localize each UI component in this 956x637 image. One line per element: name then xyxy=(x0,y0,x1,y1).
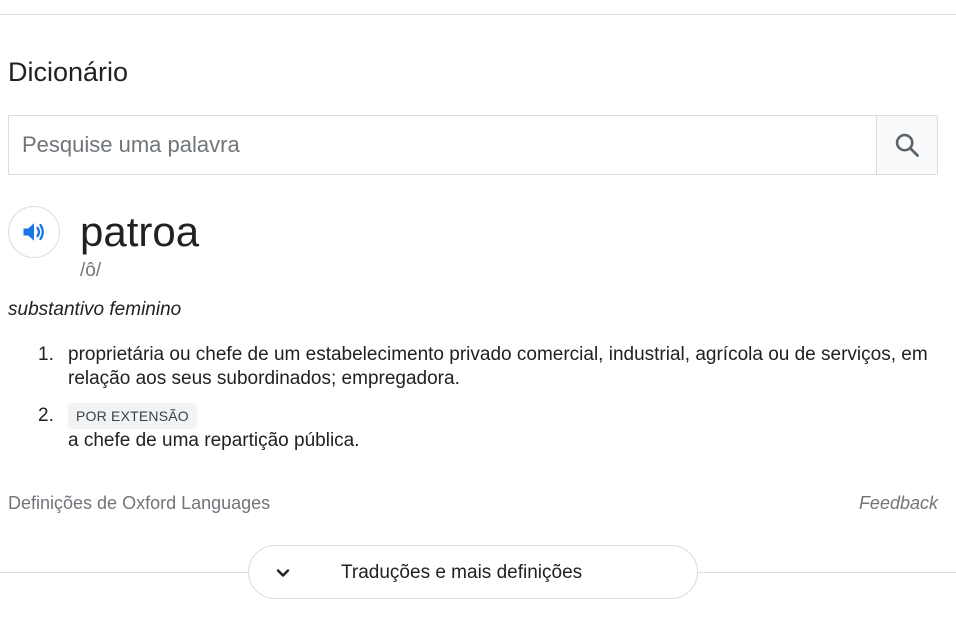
dictionary-title: Dicionário xyxy=(8,57,129,87)
definition-item: 1. proprietária ou chefe de um estabelec… xyxy=(38,343,938,393)
more-definitions-label: Traduções e mais definições xyxy=(341,562,583,583)
top-divider xyxy=(0,14,956,15)
search-icon xyxy=(895,133,919,157)
definition-text: proprietária ou chefe de um estabelecime… xyxy=(68,344,928,389)
part-of-speech: substantivo feminino xyxy=(8,299,182,320)
definition-item: 2. POR EXTENSÃO a chefe de uma repartiçã… xyxy=(38,403,938,453)
definition-body: POR EXTENSÃO a chefe de uma repartição p… xyxy=(68,403,938,453)
definition-number: 1. xyxy=(38,344,54,365)
more-definitions-button[interactable]: Traduções e mais definições xyxy=(248,545,698,599)
pronunciation-button[interactable] xyxy=(8,206,60,258)
source-attribution: Definições de Oxford Languages xyxy=(8,493,271,513)
speaker-icon xyxy=(23,223,44,241)
headword: patroa xyxy=(80,208,200,255)
phonetic: /ô/ xyxy=(80,260,102,281)
definition-number: 2. xyxy=(38,405,54,426)
search-button[interactable] xyxy=(876,116,937,174)
usage-label-badge: POR EXTENSÃO xyxy=(68,403,197,429)
definition-text: a chefe de uma repartição pública. xyxy=(68,430,360,451)
search-input[interactable] xyxy=(9,116,876,174)
feedback-link[interactable]: Feedback xyxy=(859,492,938,514)
search-box xyxy=(8,115,938,175)
chevron-down-icon xyxy=(276,569,290,577)
